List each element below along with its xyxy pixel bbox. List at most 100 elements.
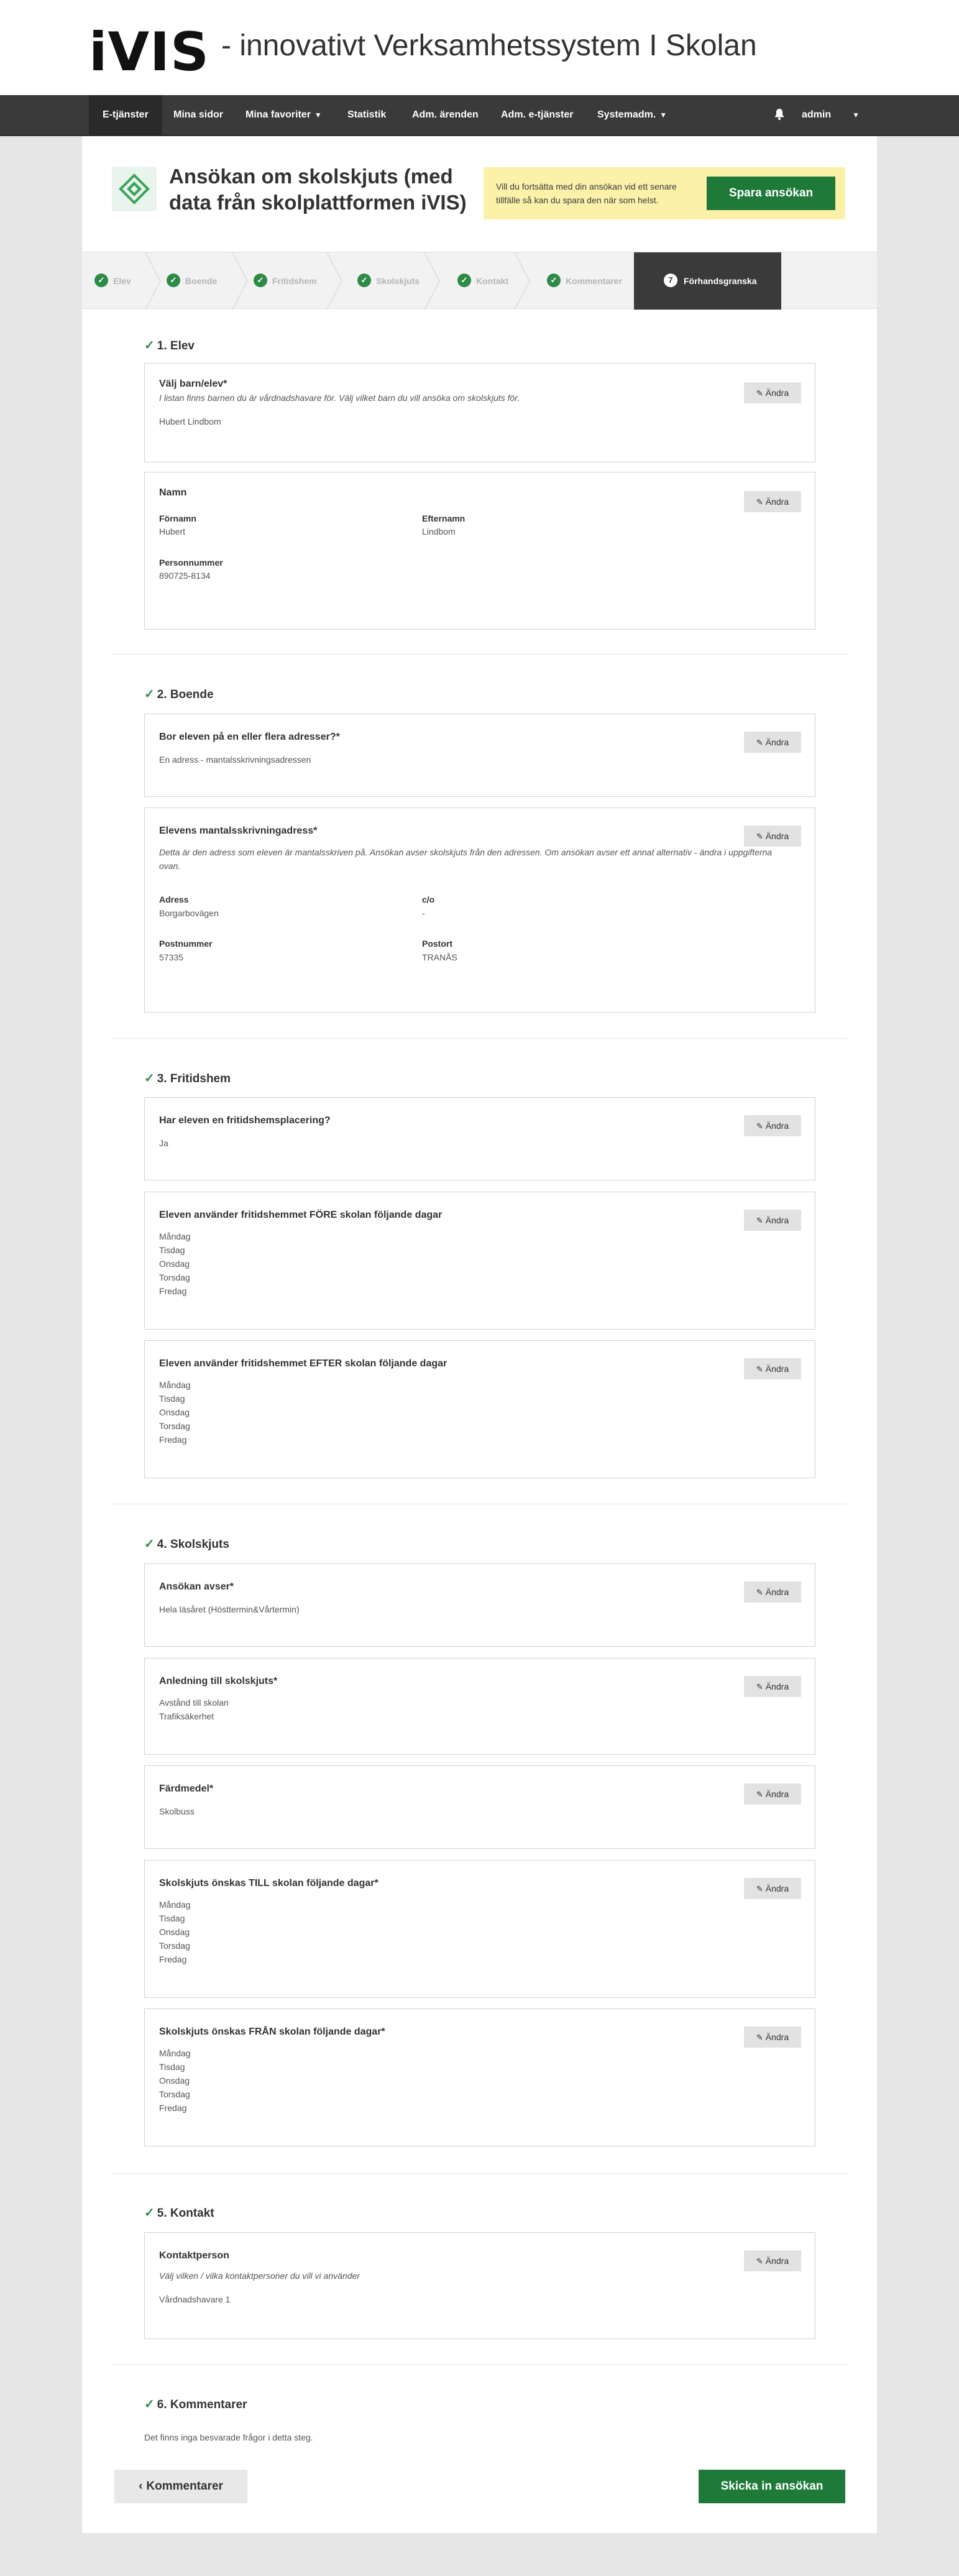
check-circle-icon: ✓ <box>547 274 561 288</box>
step-skolskjuts[interactable]: ✓ Skolskjuts <box>357 252 420 310</box>
pencil-icon: ✎ <box>756 1364 763 1374</box>
save-application-button[interactable]: Spara ansökan <box>707 177 835 210</box>
pencil-icon: ✎ <box>756 2256 763 2266</box>
pencil-icon: ✎ <box>756 1682 763 1691</box>
step-label: Elev <box>113 276 131 286</box>
nav-item-mina-favoriter[interactable]: Mina favoriter ▼ <box>232 95 336 135</box>
day-item: Måndag <box>159 1231 191 1241</box>
card-name: Namn Förnamn Hubert Efternamn Lindbom Pe… <box>144 472 815 630</box>
question-label: Färdmedel* <box>159 1783 214 1794</box>
day-item: Måndag <box>159 2048 191 2058</box>
nav-label: Systemadm. <box>597 109 656 120</box>
main-panel: Ansökan om skolskjuts (med data från sko… <box>82 136 877 2533</box>
day-item: Torsdag <box>159 1272 190 1282</box>
back-button[interactable]: ‹ Kommentarer <box>114 2470 247 2503</box>
edit-button[interactable]: ✎ Ändra <box>744 2026 801 2048</box>
step-kommentarer[interactable]: ✓ Kommentarer <box>547 252 622 310</box>
field-label: Personnummer <box>159 558 223 568</box>
nav-item-adm-arenden[interactable]: Adm. ärenden <box>398 95 492 135</box>
nav-label: Adm. ärenden <box>412 109 479 120</box>
step-label: Kommentarer <box>566 276 623 286</box>
submit-application-button[interactable]: Skicka in ansökan <box>699 2470 845 2503</box>
question-help: I listan finns barnen du är vårdnadshava… <box>159 393 520 403</box>
ivis-logo[interactable]: iVIS <box>89 21 209 83</box>
nav-item-systemadm[interactable]: Systemadm. ▼ <box>584 95 681 135</box>
question-label: Eleven använder fritidshemmet EFTER skol… <box>159 1358 447 1369</box>
step-progress: ✓ Elev ✓ Boende ✓ Fritidshem ✓ Skolskjuts ✓ K… <box>82 252 877 310</box>
card-contact-person: Kontaktperson Välj vilken / vilka kontak… <box>144 2232 815 2339</box>
day-item: Tisdag <box>159 1394 185 1404</box>
user-menu[interactable]: admin ▼ <box>802 95 860 135</box>
question-label: Anledning till skolskjuts* <box>159 1676 278 1686</box>
bell-icon[interactable] <box>774 108 785 121</box>
step-kontakt[interactable]: ✓ Kontakt <box>457 252 508 310</box>
field-label: Adress <box>159 895 189 904</box>
section-divider <box>112 2173 847 2174</box>
edit-button[interactable]: ✎ Ändra <box>744 1783 801 1805</box>
field-value: Hubert <box>159 527 186 536</box>
section-title-kommentarer: ✓ 6. Kommentarer <box>144 2396 247 2412</box>
edit-button[interactable]: ✎ Ändra <box>744 732 801 753</box>
back-label: Kommentarer <box>146 2480 223 2493</box>
day-item: Tisdag <box>159 1245 185 1255</box>
check-circle-icon: ✓ <box>254 274 267 288</box>
step-forhandsgranska[interactable]: 7 Förhandsgranska <box>634 252 782 310</box>
pencil-icon: ✎ <box>756 1884 763 1893</box>
edit-label: Ändra <box>765 1789 789 1799</box>
edit-button[interactable]: ✎ Ändra <box>744 1878 801 1899</box>
day-item: Torsdag <box>159 2089 190 2099</box>
step-label: Kontakt <box>476 276 509 286</box>
save-notice: Vill du fortsätta med din ansökan vid et… <box>484 167 845 219</box>
edit-button[interactable]: ✎ Ändra <box>744 2250 801 2271</box>
step-fritidshem[interactable]: ✓ Fritidshem <box>254 252 317 310</box>
card-registered-address: Elevens mantalsskrivningadress* Detta är… <box>144 807 815 1013</box>
day-item: Onsdag <box>159 1927 190 1937</box>
field-value: - <box>422 908 425 918</box>
edit-button[interactable]: ✎ Ändra <box>744 826 801 847</box>
nav-item-e-tjanster[interactable]: E-tjänster <box>89 95 162 135</box>
step-label: Skolskjuts <box>376 276 420 286</box>
field-label: Postort <box>422 939 452 949</box>
card-transport-mode: Färdmedel* Skolbuss ✎ Ändra <box>144 1765 815 1849</box>
card-afterschool-placement: Har eleven en fritidshemsplacering? Ja ✎… <box>144 1097 815 1180</box>
edit-label: Ändra <box>765 2032 789 2042</box>
day-item: Måndag <box>159 1380 191 1390</box>
checkmark-icon: ✓ <box>144 2206 155 2220</box>
day-item: Tisdag <box>159 2062 185 2072</box>
checkmark-icon: ✓ <box>144 1537 155 1551</box>
pencil-icon: ✎ <box>756 832 763 841</box>
edit-button[interactable]: ✎ Ändra <box>744 491 801 512</box>
edit-button[interactable]: ✎ Ändra <box>744 1115 801 1136</box>
day-item: Fredag <box>159 1954 187 1964</box>
section-title-text: 5. Kontakt <box>157 2207 214 2220</box>
save-notice-text: Vill du fortsätta med din ansökan vid et… <box>496 182 677 205</box>
answer-value: Ja <box>159 1138 168 1148</box>
question-label: Eleven använder fritidshemmet FÖRE skola… <box>159 1210 443 1220</box>
edit-button[interactable]: ✎ Ändra <box>744 1358 801 1379</box>
day-item: Torsdag <box>159 1421 190 1431</box>
edit-button[interactable]: ✎ Ändra <box>744 1210 801 1231</box>
pencil-icon: ✎ <box>756 389 763 398</box>
edit-button[interactable]: ✎ Ändra <box>744 1581 801 1603</box>
day-item: Tisdag <box>159 1913 185 1923</box>
nav-item-statistik[interactable]: Statistik <box>334 95 400 135</box>
edit-label: Ändra <box>765 831 789 841</box>
edit-button[interactable]: ✎ Ändra <box>744 382 801 403</box>
card-choose-child: Välj barn/elev* I listan finns barnen du… <box>144 363 815 462</box>
user-name: admin <box>802 109 832 120</box>
pencil-icon: ✎ <box>756 1790 763 1799</box>
step-boende[interactable]: ✓ Boende <box>167 252 217 310</box>
section-title-skolskjuts: ✓ 4. Skolskjuts <box>144 1536 229 1552</box>
field-value: 890725-8134 <box>159 571 211 581</box>
nav-item-adm-e-tjanster[interactable]: Adm. e-tjänster <box>487 95 587 135</box>
step-elev[interactable]: ✓ Elev <box>94 252 131 310</box>
nav-label: Adm. e-tjänster <box>501 109 574 120</box>
checkmark-icon: ✓ <box>144 339 155 352</box>
nav-item-mina-sidor[interactable]: Mina sidor <box>160 95 237 135</box>
edit-button[interactable]: ✎ Ändra <box>744 1676 801 1697</box>
pencil-icon: ✎ <box>756 1588 763 1597</box>
field-value: 57335 <box>159 952 183 962</box>
day-list: Måndag Tisdag Onsdag Torsdag Fredag <box>159 1378 191 1447</box>
edit-label: Ändra <box>765 497 789 507</box>
day-item: Fredag <box>159 2103 187 2113</box>
